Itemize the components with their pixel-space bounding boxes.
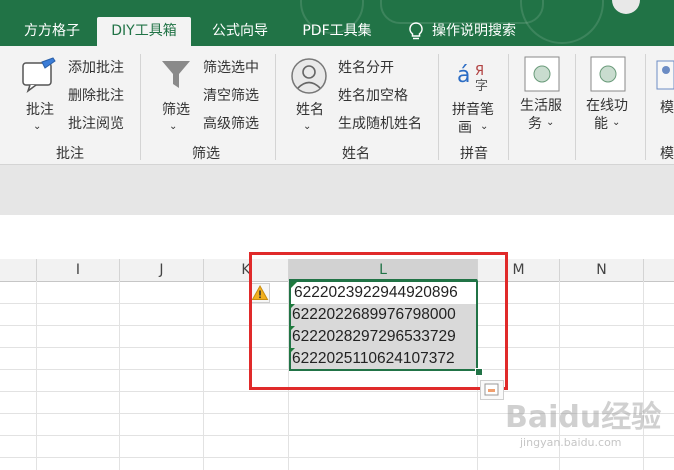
chevron-down-icon[interactable]: ⌄: [33, 118, 41, 136]
gridline: [119, 281, 120, 470]
gridline: [0, 457, 674, 458]
gridline: [203, 281, 204, 470]
ribbon-tab-bar: 方方格子 DIY工具箱 公式向导 PDF工具集 操作说明搜索: [0, 0, 674, 46]
template-button[interactable]: 模: [660, 99, 674, 117]
quick-analysis-icon: [484, 383, 499, 396]
online-function-button[interactable]: 在线功: [586, 97, 628, 115]
group-separator: [275, 54, 276, 160]
random-name-button[interactable]: 生成随机姓名: [338, 115, 422, 133]
tab-pdf-tools[interactable]: PDF工具集: [290, 17, 384, 46]
online-function-button-line2[interactable]: 能: [594, 115, 608, 133]
watermark-logo: Baidu经验: [505, 400, 662, 435]
split-name-button[interactable]: 姓名分开: [338, 59, 394, 77]
funnel-icon: [160, 58, 192, 96]
comment-big-button[interactable]: 批注: [26, 101, 54, 119]
delete-comment-button[interactable]: 删除批注: [68, 87, 124, 105]
browse-comment-button[interactable]: 批注阅览: [68, 115, 124, 133]
group-label-filter: 筛选: [192, 146, 220, 162]
pinyin-icon: áЯ字: [455, 56, 495, 98]
life-service-button-line2[interactable]: 务: [528, 115, 542, 133]
gridline: [36, 281, 37, 470]
filter-big-button[interactable]: 筛选: [162, 101, 190, 119]
pinyin-stroke-button-line2[interactable]: 画: [458, 119, 472, 137]
group-separator: [508, 54, 509, 160]
column-header-partial[interactable]: [644, 259, 674, 281]
quick-analysis-button[interactable]: [480, 380, 504, 400]
chevron-down-icon[interactable]: ⌄: [169, 118, 177, 136]
group-separator: [645, 54, 646, 160]
chevron-down-icon[interactable]: ⌄: [303, 118, 311, 136]
chevron-down-icon[interactable]: ⌄: [546, 114, 554, 132]
svg-text:Я: Я: [475, 64, 484, 79]
column-header-i[interactable]: I: [37, 259, 120, 281]
chevron-down-icon[interactable]: ⌄: [480, 118, 488, 136]
name-big-button[interactable]: 姓名: [296, 101, 324, 119]
chevron-down-icon[interactable]: ⌄: [612, 114, 620, 132]
ribbon: 批注 ⌄ 添加批注 删除批注 批注阅览 批注 筛选 ⌄ 筛选选中 清空筛选 高级…: [0, 46, 674, 165]
life-service-button[interactable]: 生活服: [520, 97, 562, 115]
add-comment-button[interactable]: 添加批注: [68, 59, 124, 77]
watermark-url: jingyan.baidu.com: [520, 436, 622, 449]
highlight-annotation-box: [249, 252, 508, 390]
pen-comment-icon: [20, 56, 58, 98]
group-separator: [140, 54, 141, 160]
tab-fangfang[interactable]: 方方格子: [14, 17, 90, 46]
svg-text:字: 字: [475, 79, 488, 94]
column-header-partial[interactable]: [0, 259, 37, 281]
gridline: [643, 281, 644, 470]
online-function-icon: [590, 56, 626, 96]
svg-text:á: á: [457, 63, 470, 88]
advanced-filter-button[interactable]: 高级筛选: [203, 115, 259, 133]
group-separator: [438, 54, 439, 160]
tab-diy-toolbox[interactable]: DIY工具箱: [97, 17, 191, 46]
column-header-j[interactable]: J: [120, 259, 204, 281]
column-header-n[interactable]: N: [560, 259, 644, 281]
lightbulb-icon: [408, 22, 424, 46]
filter-selected-button[interactable]: 筛选选中: [203, 59, 259, 77]
group-label-template: 模: [660, 146, 674, 162]
template-icon: [656, 60, 674, 94]
group-label-comment: 批注: [56, 146, 84, 162]
person-icon: [290, 57, 328, 99]
ribbon-lower-area: [0, 165, 674, 215]
life-service-icon: [524, 56, 560, 96]
group-separator: [575, 54, 576, 160]
name-add-space-button[interactable]: 姓名加空格: [338, 87, 408, 105]
avatar[interactable]: [612, 0, 640, 14]
tell-me-search[interactable]: 操作说明搜索: [432, 17, 532, 46]
tab-formula-wizard[interactable]: 公式向导: [200, 17, 280, 46]
pinyin-stroke-button[interactable]: 拼音笔: [452, 101, 494, 119]
clear-filter-button[interactable]: 清空筛选: [203, 87, 259, 105]
group-label-name: 姓名: [342, 146, 370, 162]
group-label-pinyin: 拼音: [460, 146, 488, 162]
